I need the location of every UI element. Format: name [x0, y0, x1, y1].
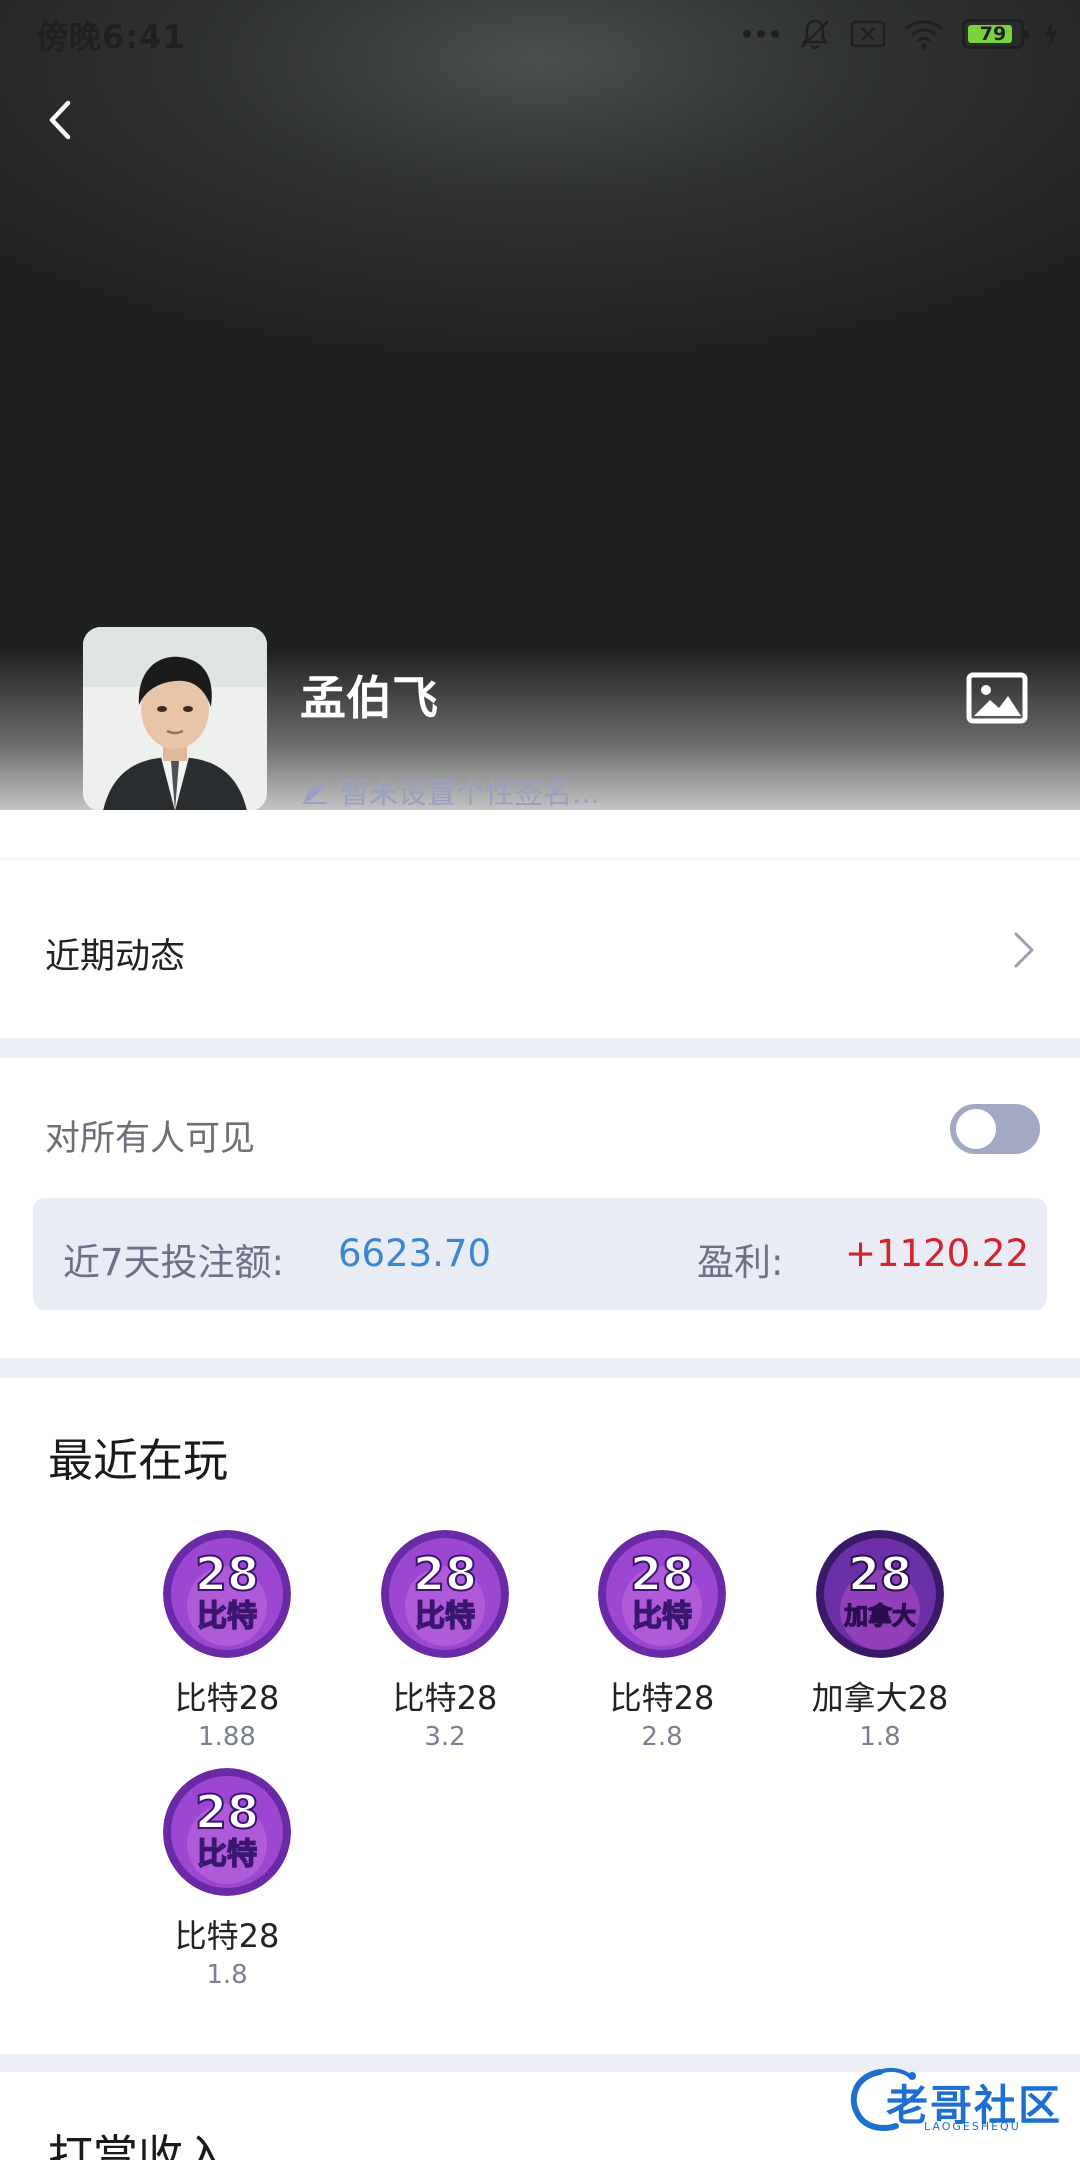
game-badge: 比特 [415, 1599, 475, 1634]
more-dots-icon [743, 30, 779, 38]
game-odds: 1.88 [198, 1722, 256, 1752]
recent-activity-label: 近期动态 [45, 937, 186, 977]
sim-x-icon [850, 20, 886, 48]
game-item[interactable]: 28 比特 比特28 2.8 [542, 1530, 782, 1752]
status-time: 傍晚6:41 [36, 18, 186, 56]
user-name: 孟伯飞 [300, 671, 438, 725]
game-badge: 比特 [197, 1837, 257, 1872]
game-odds: 1.8 [859, 1722, 901, 1752]
svg-text:28: 28 [630, 1547, 694, 1601]
charging-icon [1044, 20, 1058, 48]
avatar-image [83, 627, 267, 810]
section-divider [0, 1038, 1080, 1058]
visibility-label: 对所有人可见 [45, 1119, 256, 1159]
game-name: 比特28 [174, 1917, 280, 1955]
game-name: 比特28 [392, 1679, 498, 1717]
battery-level: 79 [979, 23, 1007, 45]
game-icon: 28 比特 [381, 1530, 509, 1658]
svg-text:28: 28 [413, 1547, 477, 1601]
watermark-subtext: LAOGESHEQU [924, 2120, 1021, 2133]
game-badge: 加拿大 [844, 1602, 916, 1630]
game-badge: 比特 [632, 1599, 692, 1634]
visibility-toggle[interactable] [950, 1104, 1040, 1154]
bet-amount-label: 近7天投注额: [63, 1241, 285, 1284]
game-icon: 28 比特 [163, 1768, 291, 1896]
profit-label: 盈利: [697, 1241, 784, 1284]
tip-income-title: 打赏收入 [48, 2130, 229, 2160]
game-odds: 1.8 [206, 1960, 248, 1990]
game-badge: 比特 [197, 1599, 257, 1634]
profit-value: +1120.22 [845, 1232, 1030, 1275]
status-icons: 79 [742, 14, 1060, 54]
bet-amount-value: 6623.70 [338, 1232, 492, 1275]
bell-muted-icon [801, 19, 829, 50]
image-gallery-icon[interactable] [966, 672, 1028, 724]
edit-pencil-icon [303, 781, 327, 804]
battery-icon: 79 [962, 19, 1029, 49]
signature[interactable]: 暂未设置个性签名... [300, 770, 600, 810]
game-name: 比特28 [174, 1679, 280, 1717]
back-button[interactable] [30, 90, 90, 150]
game-item[interactable]: 28 比特 比特28 1.8 [107, 1768, 347, 1990]
status-bar: 傍晚6:41 79 [0, 0, 1080, 66]
chevron-left-icon [49, 100, 71, 140]
game-name: 比特28 [609, 1679, 715, 1717]
game-icon: 28 加拿大 [816, 1530, 944, 1658]
toggle-knob [956, 1109, 996, 1149]
game-icon: 28 比特 [598, 1530, 726, 1658]
svg-text:28: 28 [195, 1785, 259, 1839]
watermark-logo: 老哥社区 LAOGESHEQU [840, 2062, 1070, 2140]
game-icon: 28 比特 [163, 1530, 291, 1658]
chevron-right-icon [1014, 932, 1034, 968]
svg-text:28: 28 [848, 1547, 912, 1601]
game-item[interactable]: 28 比特 比特28 3.2 [325, 1530, 565, 1752]
game-name: 加拿大28 [811, 1679, 949, 1717]
stats-card: 近7天投注额: 6623.70 盈利: +1120.22 [33, 1198, 1047, 1310]
game-odds: 3.2 [424, 1722, 466, 1752]
game-item[interactable]: 28 加拿大 加拿大28 1.8 [760, 1530, 1000, 1752]
recent-games-title: 最近在玩 [48, 1434, 229, 1487]
svg-text:28: 28 [195, 1547, 259, 1601]
avatar[interactable] [83, 627, 267, 810]
visibility-row: 对所有人可见 [0, 1080, 1080, 1190]
divider [0, 858, 1080, 859]
game-item[interactable]: 28 比特 比特28 1.88 [107, 1530, 347, 1752]
recent-activity-row[interactable]: 近期动态 [0, 880, 1080, 1020]
profile-header: 傍晚6:41 79 孟伯飞 暂未设置个性签名... [0, 0, 1080, 810]
section-divider [0, 1358, 1080, 1378]
signature-text: 暂未设置个性签名... [340, 776, 600, 810]
wifi-icon [904, 20, 944, 49]
game-odds: 2.8 [641, 1722, 683, 1752]
